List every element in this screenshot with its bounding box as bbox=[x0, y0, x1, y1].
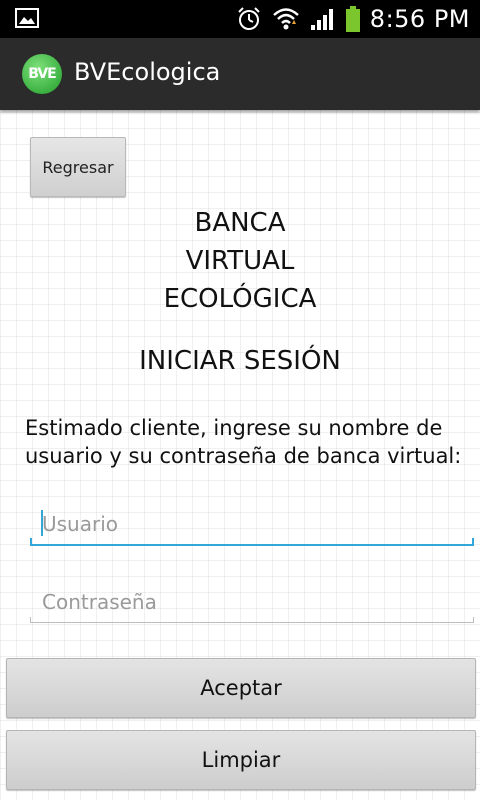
username-input[interactable] bbox=[30, 504, 474, 544]
signal-icon bbox=[310, 7, 336, 31]
wifi-icon bbox=[272, 6, 300, 32]
app-title: BVEcologica bbox=[74, 58, 221, 86]
status-icons: 8:56 PM bbox=[236, 0, 470, 38]
password-field[interactable] bbox=[30, 582, 474, 623]
instructions-text: Estimado cliente, ingrese su nombre de u… bbox=[25, 416, 462, 468]
text-cursor bbox=[41, 510, 43, 536]
login-title: INICIAR SESIÓN bbox=[139, 346, 341, 376]
status-bar: 8:56 PM bbox=[0, 0, 480, 38]
bank-title-line-2: VIRTUAL bbox=[185, 246, 295, 276]
status-time: 8:56 PM bbox=[369, 5, 470, 33]
bank-title-line-1: BANCA bbox=[194, 208, 286, 238]
accept-button[interactable]: Aceptar bbox=[6, 658, 476, 718]
password-input[interactable] bbox=[30, 582, 474, 622]
back-button[interactable]: Regresar bbox=[30, 137, 126, 197]
action-bar: BVE BVEcologica bbox=[0, 38, 480, 110]
username-field[interactable] bbox=[30, 504, 474, 546]
bank-title-line-3: ECOLÓGICA bbox=[163, 284, 317, 314]
app-logo-icon[interactable]: BVE bbox=[22, 54, 62, 94]
clear-button[interactable]: Limpiar bbox=[6, 730, 476, 790]
image-notification-icon bbox=[14, 8, 40, 28]
alarm-icon bbox=[236, 6, 262, 32]
battery-icon bbox=[345, 6, 360, 32]
